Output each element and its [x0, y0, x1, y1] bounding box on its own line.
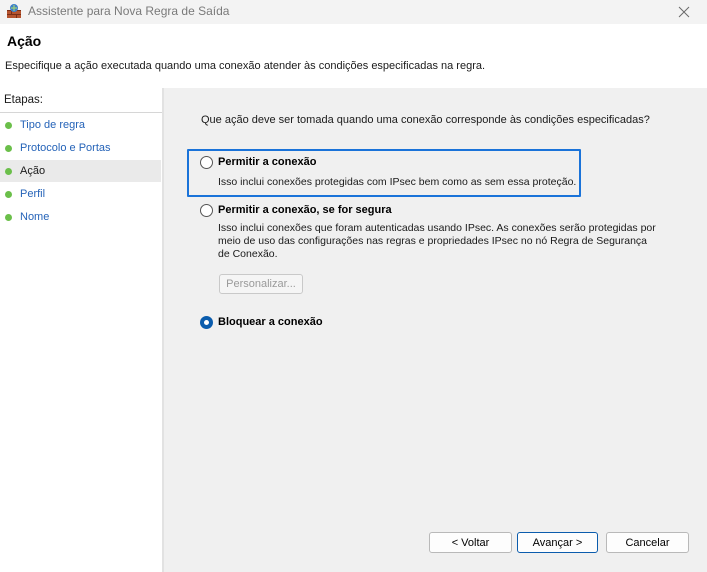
step-item-perfil[interactable]: Perfil — [0, 183, 161, 205]
option-desc-permitir-conexao: Isso inclui conexões protegidas com IPse… — [218, 176, 577, 188]
steps-panel: Etapas: Tipo de regra Protocolo e Portas… — [0, 88, 162, 572]
radio-bloquear-conexao[interactable] — [200, 316, 213, 329]
close-icon — [678, 6, 690, 18]
step-status-icon — [5, 190, 12, 198]
back-button[interactable]: < Voltar — [429, 532, 512, 553]
steps-title: Etapas: — [4, 94, 43, 106]
wizard-header: Ação Especifique a ação executada quando… — [0, 24, 707, 80]
next-button[interactable]: Avançar > — [517, 532, 598, 553]
step-label: Perfil — [20, 188, 46, 200]
step-item-acao[interactable]: Ação — [0, 160, 161, 182]
step-status-icon — [5, 213, 12, 221]
option-label-bloquear-conexao[interactable]: Bloquear a conexão — [218, 316, 323, 328]
cancel-button[interactable]: Cancelar — [606, 532, 689, 553]
page-title: Ação — [7, 33, 42, 49]
main-content: Que ação deve ser tomada quando uma cone… — [164, 88, 707, 572]
step-status-icon — [5, 121, 12, 129]
firewall-icon — [7, 4, 21, 18]
radio-permitir-conexao[interactable] — [200, 156, 213, 169]
question-text: Que ação deve ser tomada quando uma cone… — [201, 114, 650, 126]
step-label: Tipo de regra — [20, 119, 86, 131]
page-description: Especifique a ação executada quando uma … — [5, 60, 486, 72]
option-label-permitir-conexao-segura[interactable]: Permitir a conexão, se for segura — [218, 204, 392, 216]
step-label: Ação — [20, 165, 46, 177]
step-label: Nome — [20, 211, 50, 223]
option-label-permitir-conexao[interactable]: Permitir a conexão — [218, 156, 316, 168]
title-bar: Assistente para Nova Regra de Saída — [0, 0, 707, 24]
step-item-tipo-de-regra[interactable]: Tipo de regra — [0, 114, 161, 136]
radio-permitir-conexao-segura[interactable] — [200, 204, 213, 217]
option-desc-permitir-conexao-segura: Isso inclui conexões que foram autentica… — [218, 222, 656, 260]
step-status-icon — [5, 144, 12, 152]
step-status-icon — [5, 167, 12, 175]
step-label: Protocolo e Portas — [20, 142, 111, 154]
customize-button[interactable]: Personalizar... — [219, 274, 303, 294]
step-item-nome[interactable]: Nome — [0, 206, 161, 228]
steps-divider — [0, 112, 162, 113]
step-item-protocolo-e-portas[interactable]: Protocolo e Portas — [0, 137, 161, 159]
window-title: Assistente para Nova Regra de Saída — [28, 4, 230, 18]
close-button[interactable] — [661, 0, 707, 24]
